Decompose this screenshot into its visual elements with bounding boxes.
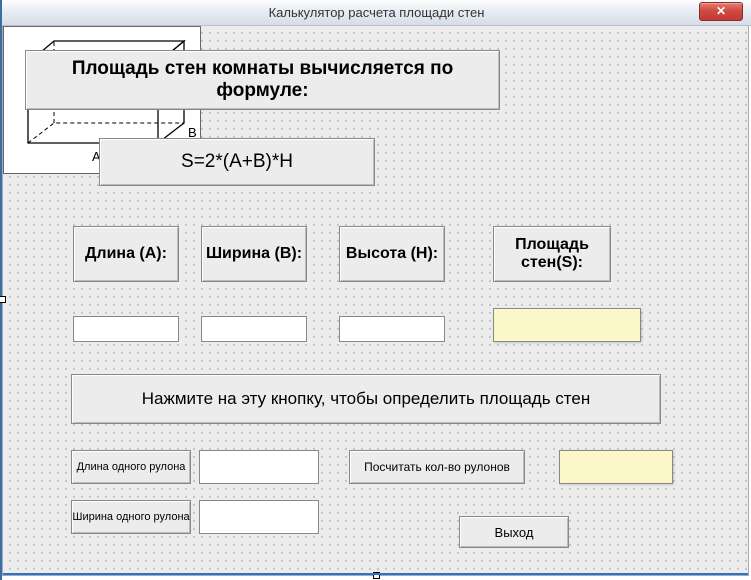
header-text: Площадь стен комнаты вычисляется по форм… <box>30 58 495 102</box>
input-height-h[interactable] <box>339 316 445 342</box>
exit-button[interactable]: Выход <box>459 516 569 548</box>
label-height-h: Высота (Н): <box>339 226 445 282</box>
calc-area-button[interactable]: Нажмите на эту кнопку, чтобы определить … <box>71 374 661 424</box>
selection-handle <box>0 296 6 303</box>
label-width-b: Ширина (В): <box>201 226 307 282</box>
input-width-b[interactable] <box>201 316 307 342</box>
form-area: Площадь стен комнаты вычисляется по форм… <box>2 26 749 576</box>
window-title: Калькулятор расчета площади стен <box>269 5 485 20</box>
output-rolls <box>559 450 673 484</box>
close-button[interactable]: ✕ <box>699 2 743 21</box>
formula-panel: S=2*(А+В)*Н <box>99 138 375 186</box>
label-area-s: Площадь стен(S): <box>493 226 611 282</box>
header-panel: Площадь стен комнаты вычисляется по форм… <box>25 50 500 110</box>
output-area-s <box>493 308 641 342</box>
input-roll-length[interactable] <box>199 450 319 484</box>
formula-text: S=2*(А+В)*Н <box>181 151 293 173</box>
label-roll-length: Длина одного рулона <box>71 450 191 484</box>
input-length-a[interactable] <box>73 316 179 342</box>
close-icon: ✕ <box>716 4 726 18</box>
label-length-a: Длина (А): <box>73 226 179 282</box>
input-roll-width[interactable] <box>199 500 319 534</box>
title-bar: Калькулятор расчета площади стен ✕ <box>2 0 751 26</box>
bottom-accent <box>3 573 748 575</box>
calc-rolls-button[interactable]: Посчитать кол-во рулонов <box>349 450 525 484</box>
label-roll-width: Ширина одного рулона <box>71 500 191 534</box>
